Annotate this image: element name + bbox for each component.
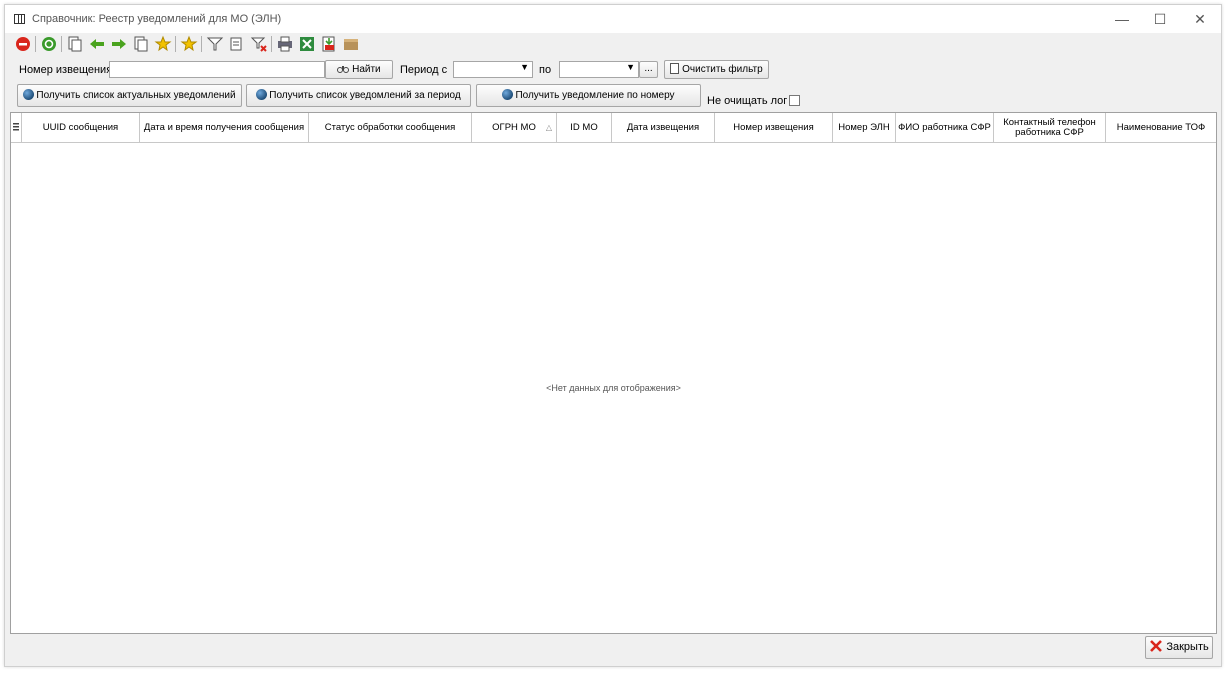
column-header[interactable]: Дата и время получения сообщения — [140, 113, 309, 142]
no-clear-log-checkbox[interactable] — [789, 95, 800, 106]
find-button-label: Найти — [352, 64, 381, 75]
column-header-sorted[interactable]: ОГРН МО △ — [472, 113, 557, 142]
minimize-button[interactable]: — — [1105, 9, 1139, 29]
binoculars-icon — [337, 66, 350, 73]
close-window-button[interactable]: ✕ — [1183, 9, 1217, 29]
column-header[interactable]: Дата извещения — [612, 113, 715, 142]
add-star-icon[interactable] — [154, 35, 172, 53]
toolbar-separator — [61, 36, 62, 52]
get-by-number-button[interactable]: Получить уведомление по номеру — [476, 84, 701, 107]
archive-icon[interactable] — [342, 35, 360, 53]
chevron-down-icon[interactable]: ▼ — [626, 62, 635, 72]
find-button[interactable]: Найти — [325, 60, 393, 79]
column-header[interactable]: Контактный телефон работника СФР — [994, 113, 1106, 142]
print-icon[interactable] — [276, 35, 294, 53]
data-grid: UUID сообщения Дата и время получения со… — [10, 112, 1217, 634]
globe-icon — [256, 89, 268, 100]
notice-number-label: Номер извещения — [19, 64, 113, 76]
arrow-right-icon[interactable] — [110, 35, 128, 53]
chevron-down-icon[interactable]: ▼ — [520, 62, 529, 72]
column-header[interactable]: ID МО — [557, 113, 612, 142]
clear-filter-button[interactable]: Очистить фильтр — [664, 60, 769, 79]
close-button[interactable]: Закрыть — [1145, 636, 1213, 659]
page-icon — [670, 63, 680, 74]
column-header[interactable]: ФИО работника СФР — [896, 113, 994, 142]
column-header[interactable]: Номер ЭЛН — [833, 113, 896, 142]
period-from-select[interactable]: ▼ — [453, 61, 533, 78]
get-actual-label: Получить список актуальных уведомлений — [36, 90, 236, 101]
column-header[interactable]: UUID сообщения — [22, 113, 140, 142]
toolbar — [9, 33, 409, 55]
maximize-button[interactable]: ☐ — [1143, 9, 1177, 29]
column-header[interactable]: Номер извещения — [715, 113, 833, 142]
empty-grid-message: <Нет данных для отображения> — [546, 383, 681, 393]
stop-icon[interactable] — [14, 35, 32, 53]
toolbar-separator — [271, 36, 272, 52]
get-period-label: Получить список уведомлений за период — [269, 90, 461, 101]
toolbar-separator — [201, 36, 202, 52]
period-to-select[interactable]: ▼ — [559, 61, 639, 78]
arrow-left-icon[interactable] — [88, 35, 106, 53]
get-actual-button[interactable]: Получить список актуальных уведомлений — [17, 84, 242, 107]
table-icon — [14, 14, 25, 24]
refresh-icon[interactable] — [40, 35, 58, 53]
globe-icon — [502, 89, 514, 100]
column-header[interactable]: Наименование ТОФ — [1106, 113, 1216, 142]
toolbar-separator — [35, 36, 36, 52]
footer-bar: Закрыть — [10, 634, 1217, 662]
clear-filter-icon[interactable] — [250, 35, 268, 53]
period-to-label: по — [539, 64, 552, 76]
favorite-icon[interactable] — [180, 35, 198, 53]
window-title: Справочник: Реестр уведомлений для МО (Э… — [32, 13, 282, 25]
column-header[interactable]: Статус обработки сообщения — [309, 113, 472, 142]
column-chooser-icon[interactable] — [11, 113, 22, 142]
filter-icon[interactable] — [206, 35, 224, 53]
copy-icon[interactable] — [66, 35, 84, 53]
sort-ascending-icon: △ — [545, 122, 552, 132]
close-button-label: Закрыть — [1166, 641, 1209, 653]
period-picker-button[interactable]: ... — [639, 61, 658, 78]
document-icon[interactable] — [132, 35, 150, 53]
excel-icon[interactable] — [298, 35, 316, 53]
clear-filter-label: Очистить фильтр — [682, 64, 763, 75]
period-from-label: Период с — [400, 64, 448, 76]
column-header-label: ОГРН МО — [492, 121, 536, 133]
close-icon — [1150, 640, 1163, 652]
grid-header: UUID сообщения Дата и время получения со… — [11, 113, 1216, 143]
no-clear-log-label: Не очищать лог — [707, 95, 788, 107]
app-window: Справочник: Реестр уведомлений для МО (Э… — [4, 4, 1222, 667]
get-period-button[interactable]: Получить список уведомлений за период — [246, 84, 471, 107]
get-by-number-label: Получить уведомление по номеру — [515, 90, 675, 101]
edit-filter-icon[interactable] — [228, 35, 246, 53]
toolbar-separator — [175, 36, 176, 52]
title-bar: Справочник: Реестр уведомлений для МО (Э… — [5, 5, 1221, 33]
globe-icon — [23, 89, 35, 100]
export-icon[interactable] — [320, 35, 338, 53]
notice-number-input[interactable] — [109, 61, 325, 78]
